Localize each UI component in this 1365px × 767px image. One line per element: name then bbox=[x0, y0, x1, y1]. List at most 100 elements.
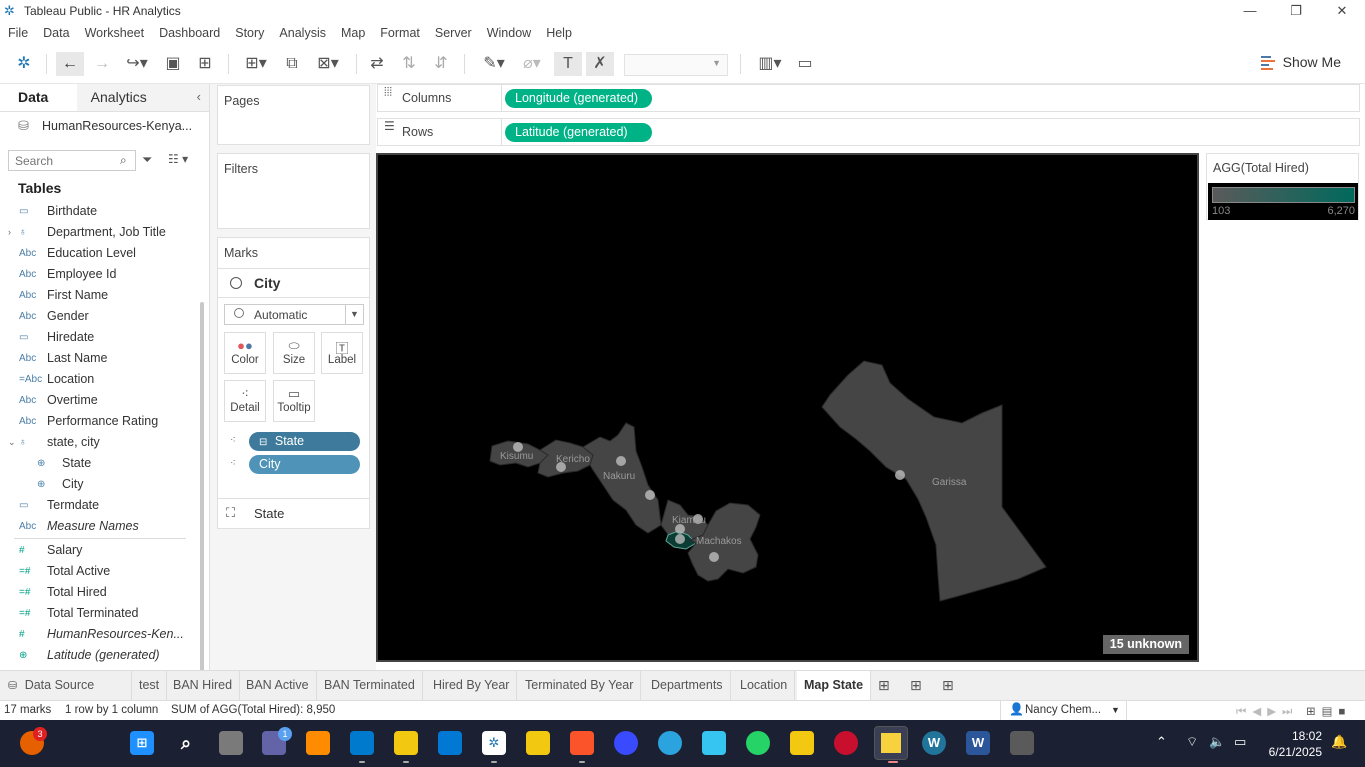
field-item[interactable]: Abc First Name bbox=[0, 285, 200, 306]
state-layer-card[interactable]: ⛶ State bbox=[217, 498, 370, 529]
mark-type-dropdown[interactable]: Automatic ▼ bbox=[224, 304, 364, 325]
sticky-notes-active-icon[interactable] bbox=[874, 726, 908, 760]
filters-card[interactable]: Filters bbox=[217, 153, 370, 229]
sort-descending-icon[interactable]: ⇵ bbox=[430, 52, 452, 76]
redo-button[interactable]: → bbox=[90, 52, 114, 76]
show-me-button[interactable]: Show Me bbox=[1260, 54, 1341, 70]
tab-data-source[interactable]: ⛁ Data Source bbox=[0, 671, 132, 700]
notification-bell-icon[interactable]: 🔔 bbox=[1331, 734, 1347, 750]
store-icon[interactable] bbox=[438, 731, 462, 755]
menu-format[interactable]: Format bbox=[380, 26, 420, 40]
fit-selector[interactable]: ▼ bbox=[624, 54, 728, 76]
file-explorer-icon[interactable] bbox=[394, 731, 418, 755]
tab-terminated-by-year[interactable]: Terminated By Year bbox=[518, 671, 642, 700]
field-item[interactable]: ⊕ Latitude (generated) bbox=[0, 645, 200, 666]
field-item[interactable]: =# Total Hired bbox=[0, 582, 200, 603]
marks-layer-row[interactable]: City bbox=[218, 268, 369, 298]
signal-icon[interactable] bbox=[614, 731, 638, 755]
field-item[interactable]: ⊕ State bbox=[0, 453, 200, 474]
menu-help[interactable]: Help bbox=[546, 26, 572, 40]
menu-data[interactable]: Data bbox=[43, 26, 69, 40]
save-icon[interactable]: ▣ bbox=[162, 52, 184, 76]
label-button[interactable]: 🅃 Label bbox=[321, 332, 363, 374]
new-story-icon[interactable]: ⊞ bbox=[942, 677, 954, 694]
menu-map[interactable]: Map bbox=[341, 26, 365, 40]
replay-button[interactable]: ↪▾ bbox=[120, 52, 154, 76]
pages-card[interactable]: Pages bbox=[217, 85, 370, 145]
start-icon[interactable]: ⊞ bbox=[130, 731, 154, 755]
calculator-icon[interactable] bbox=[1010, 731, 1034, 755]
tooltip-button[interactable]: ▭ Tooltip bbox=[273, 380, 315, 422]
duplicate-sheet-icon[interactable]: ⧉ bbox=[280, 52, 304, 76]
brave-icon[interactable] bbox=[570, 731, 594, 755]
tab-data[interactable]: Data bbox=[0, 84, 77, 111]
tab-hired-by-year[interactable]: Hired By Year bbox=[426, 671, 518, 700]
tab-map-state[interactable]: Map State bbox=[797, 671, 872, 700]
battery-icon[interactable]: ▭ bbox=[1234, 734, 1246, 750]
undo-button[interactable]: ← bbox=[56, 52, 84, 76]
tray-chevron-icon[interactable]: ⌃ bbox=[1156, 734, 1167, 750]
field-item[interactable]: Abc Gender bbox=[0, 306, 200, 327]
expander-icon[interactable]: ⌄ bbox=[8, 432, 16, 453]
clock[interactable]: 18:02 6/21/2025 bbox=[1262, 728, 1322, 760]
tab-ban-terminated[interactable]: BAN Terminated bbox=[317, 671, 423, 700]
group-members-icon[interactable]: ⌀▾ bbox=[516, 52, 548, 76]
search-input[interactable] bbox=[8, 150, 136, 171]
map-view[interactable]: Kisumu Kericho Nakuru Kiambu Machakos Ga… bbox=[376, 153, 1199, 662]
word-icon[interactable]: W bbox=[966, 731, 990, 755]
wordpress-icon[interactable]: W bbox=[922, 731, 946, 755]
field-item[interactable]: ▭ Termdate bbox=[0, 495, 200, 516]
field-item[interactable]: Abc Education Level bbox=[0, 243, 200, 264]
field-item[interactable]: Abc Last Name bbox=[0, 348, 200, 369]
field-item[interactable]: =Abc Location bbox=[0, 369, 200, 390]
longitude-pill[interactable]: Longitude (generated) bbox=[505, 89, 652, 108]
whatsapp-icon[interactable] bbox=[746, 731, 770, 755]
tableau-home-icon[interactable]: ✲ bbox=[12, 52, 36, 76]
menu-analysis[interactable]: Analysis bbox=[279, 26, 326, 40]
close-button[interactable]: ✕ bbox=[1319, 0, 1365, 22]
tab-test[interactable]: test bbox=[132, 671, 168, 700]
task-view-icon[interactable] bbox=[219, 731, 243, 755]
datasource-item[interactable]: ⛁ HumanResources-Kenya... bbox=[0, 112, 209, 140]
detail-button[interactable]: ⁖ Detail bbox=[224, 380, 266, 422]
minimize-button[interactable]: — bbox=[1227, 0, 1273, 22]
kenya-map[interactable]: Kisumu Kericho Nakuru Kiambu Machakos Ga… bbox=[378, 155, 1197, 660]
color-legend[interactable]: AGG(Total Hired) 103 6,270 bbox=[1206, 153, 1359, 220]
telegram-icon[interactable] bbox=[658, 731, 682, 755]
search-icon[interactable]: ⌕ bbox=[174, 731, 198, 755]
show-labels-icon[interactable]: T bbox=[554, 52, 582, 76]
field-item[interactable]: Abc Employee Id bbox=[0, 264, 200, 285]
city-pill[interactable]: City bbox=[249, 455, 360, 474]
menu-file[interactable]: File bbox=[8, 26, 28, 40]
presentation-mode-icon[interactable]: ▭ bbox=[794, 52, 816, 76]
latitude-pill[interactable]: Latitude (generated) bbox=[505, 123, 652, 142]
field-item[interactable]: Abc Measure Names bbox=[0, 516, 200, 537]
maximize-button[interactable]: ❐ bbox=[1273, 0, 1319, 22]
powerbi-desktop-icon[interactable] bbox=[790, 731, 814, 755]
color-button[interactable]: ●● Color bbox=[224, 332, 266, 374]
collapse-pane-icon[interactable]: ‹ bbox=[197, 89, 201, 104]
new-dashboard-icon[interactable]: ⊞ bbox=[910, 677, 922, 694]
user-menu[interactable]: 👤 Nancy Chem... ▼ bbox=[1000, 701, 1127, 721]
swap-rows-columns-icon[interactable]: ⇄ bbox=[366, 52, 388, 76]
tab-ban-active[interactable]: BAN Active bbox=[239, 671, 317, 700]
field-item[interactable]: ▭ Birthdate bbox=[0, 201, 200, 222]
new-worksheet-button[interactable]: ⊞▾ bbox=[238, 52, 274, 76]
tableau-icon[interactable]: ✲ bbox=[482, 731, 506, 755]
field-item[interactable]: Abc Overtime bbox=[0, 390, 200, 411]
vscode-icon[interactable] bbox=[350, 731, 374, 755]
show-cards-button[interactable]: ▥▾ bbox=[752, 52, 788, 76]
menu-server[interactable]: Server bbox=[435, 26, 472, 40]
filter-icon[interactable]: ⏷ bbox=[142, 152, 152, 168]
field-item[interactable]: ⌄ ♁ state, city bbox=[0, 432, 200, 453]
field-item[interactable]: ▭ Hiredate bbox=[0, 327, 200, 348]
size-button[interactable]: ⬭ Size bbox=[273, 332, 315, 374]
volume-icon[interactable]: 🔈 bbox=[1209, 734, 1225, 750]
menu-dashboard[interactable]: Dashboard bbox=[159, 26, 220, 40]
scrollbar[interactable] bbox=[200, 302, 204, 702]
field-item[interactable]: ⊕ City bbox=[0, 474, 200, 495]
tab-departments[interactable]: Departments bbox=[644, 671, 731, 700]
menu-worksheet[interactable]: Worksheet bbox=[85, 26, 145, 40]
view-options-icon[interactable]: ☷ ▾ bbox=[168, 152, 188, 166]
clear-sheet-button[interactable]: ⊠▾ bbox=[310, 52, 346, 76]
